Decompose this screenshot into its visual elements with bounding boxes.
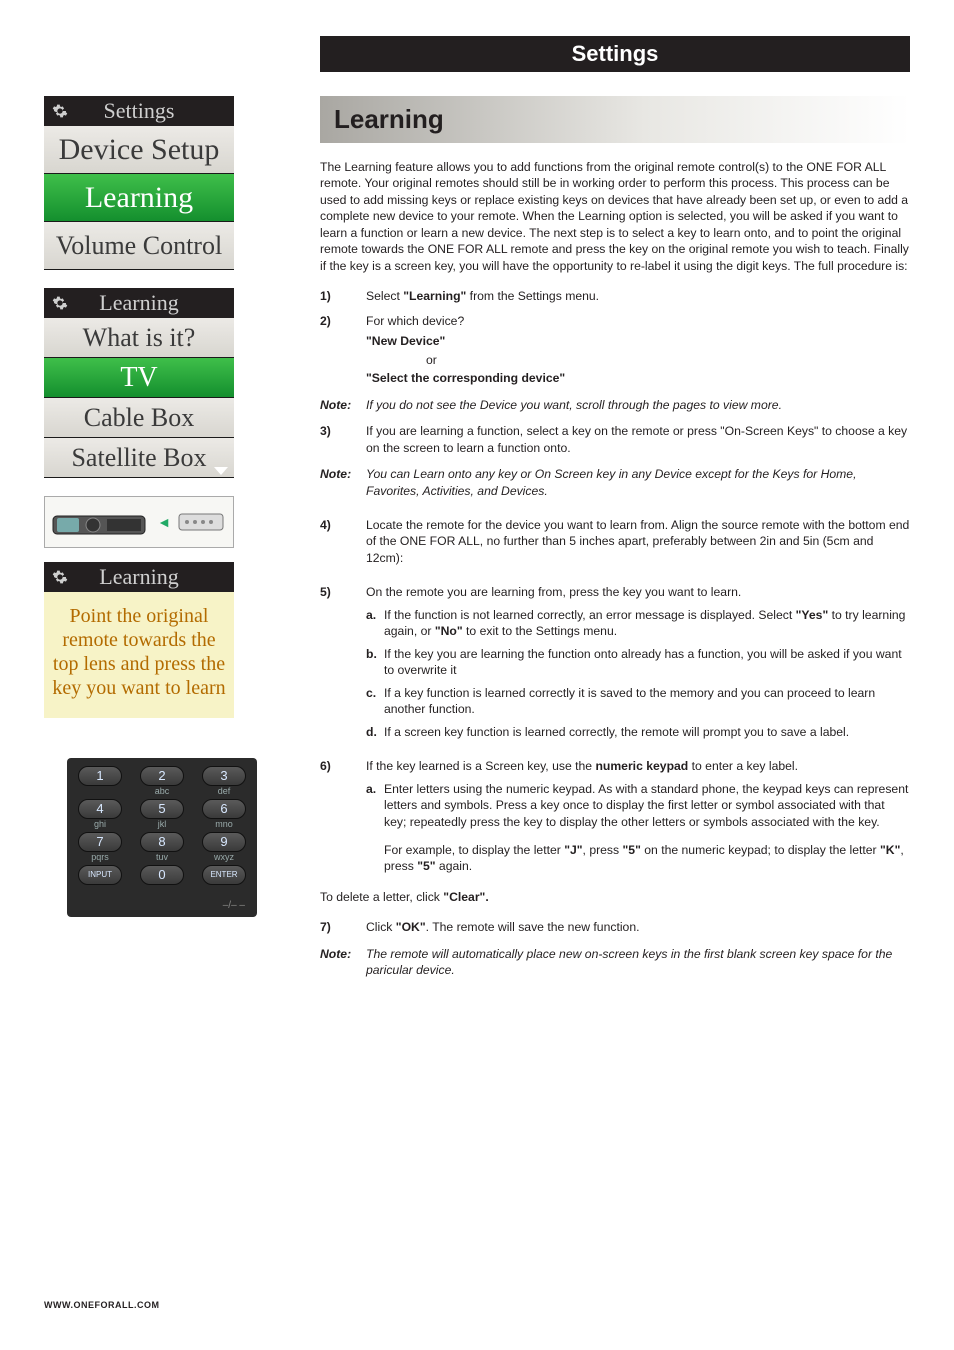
keypad-key-0[interactable]: 0 [135, 865, 189, 896]
arrow-icon: ◄ [153, 514, 175, 530]
choice-option: "Select the corresponding device" [366, 370, 910, 386]
intro-paragraph: The Learning feature allows you to add f… [320, 159, 910, 274]
learning-instruction-note: Point the original remote towards the to… [44, 592, 234, 718]
keypad-key-enter[interactable]: ENTER [197, 865, 251, 896]
step-text: If you are learning a function, select a… [366, 423, 910, 456]
note-text: If you do not see the Device you want, s… [366, 397, 782, 413]
step-number: 4) [320, 517, 366, 566]
step-5-substeps: a.If the function is not learned correct… [320, 607, 910, 740]
note-label: Note: [320, 466, 366, 499]
choice-option: "New Device" [366, 333, 910, 349]
step-text: For which device? [366, 313, 910, 329]
panel-title: Learning [99, 290, 178, 316]
keypad-key-9[interactable]: 9wxyz [197, 832, 251, 863]
keypad-key-2[interactable]: 2abc [135, 766, 189, 797]
settings-panel-header: Settings [44, 96, 234, 126]
step-number: 2) [320, 313, 366, 329]
learning-note-header: Learning [44, 562, 234, 592]
gear-icon [52, 295, 68, 311]
substep-5b: b.If the key you are learning the functi… [366, 646, 910, 679]
step-number: 7) [320, 919, 366, 935]
settings-row-device-setup[interactable]: Device Setup [44, 126, 234, 174]
substep-5d: d.If a screen key function is learned co… [366, 724, 910, 740]
step-number: 3) [320, 423, 366, 456]
learning-panel: Learning What is it? TV Cable Box Satell… [44, 288, 234, 478]
step-2-choices: "New Device" or "Select the correspondin… [320, 333, 910, 386]
oneforall-remote-icon [51, 504, 151, 540]
step-text: On the remote you are learning from, pre… [366, 584, 910, 600]
step-text: Locate the remote for the device you wan… [366, 517, 910, 566]
keypad-key-3[interactable]: 3def [197, 766, 251, 797]
keypad-key-input[interactable]: INPUT [73, 865, 127, 896]
keypad-footer: –/– – [73, 898, 251, 911]
keypad-key-4[interactable]: 4ghi [73, 799, 127, 830]
keypad-key-7[interactable]: 7pqrs [73, 832, 127, 863]
note-label: Note: [320, 946, 366, 979]
step-3: 3) If you are learning a function, selec… [320, 423, 910, 456]
step-text: Select "Learning" from the Settings menu… [366, 288, 910, 304]
gear-icon [52, 569, 68, 585]
panel-title: Learning [99, 564, 178, 590]
step-text: If the key learned is a Screen key, use … [366, 758, 910, 774]
row-label: Satellite Box [71, 443, 206, 473]
keypad-key-5[interactable]: 5jkl [135, 799, 189, 830]
settings-row-volume-control[interactable]: Volume Control [44, 222, 234, 270]
step-number: 5) [320, 584, 366, 600]
substep-6a: a.Enter letters using the numeric keypad… [366, 781, 910, 830]
choice-or: or [366, 352, 910, 368]
note-2: Note: You can Learn onto any key or On S… [320, 466, 910, 499]
panel-title: Settings [104, 98, 175, 124]
step-6: 6) If the key learned is a Screen key, u… [320, 758, 910, 774]
numeric-keypad: 1 2abc 3def 4ghi 5jkl 6mno 7pqrs 8tuv 9wxyz INPUT… [67, 758, 257, 917]
note-1: Note: If you do not see the Device you w… [320, 397, 910, 413]
substep-6-example: For example, to display the letter "J", … [366, 842, 910, 875]
delete-letter-note: To delete a letter, click "Clear". [320, 889, 910, 905]
step-4: 4) Locate the remote for the device you … [320, 517, 910, 566]
remote-alignment-diagram: ◄ [44, 496, 234, 548]
learning-panel-header: Learning [44, 288, 234, 318]
settings-panel: Settings Device Setup Learning Volume Co… [44, 96, 234, 270]
note-text: You can Learn onto any key or On Screen … [366, 466, 910, 499]
section-header: Learning [320, 96, 910, 143]
learning-row-satellitebox[interactable]: Satellite Box [44, 438, 234, 478]
substep-5a: a.If the function is not learned correct… [366, 607, 910, 640]
step-text: Click "OK". The remote will save the new… [366, 919, 910, 935]
keypad-key-1[interactable]: 1 [73, 766, 127, 797]
note-text: The remote will automatically place new … [366, 946, 910, 979]
step-7: 7) Click "OK". The remote will save the … [320, 919, 910, 935]
learning-row-tv[interactable]: TV [44, 358, 234, 398]
substep-5c: c.If a key function is learned correctly… [366, 685, 910, 718]
keypad-key-8[interactable]: 8tuv [135, 832, 189, 863]
step-5: 5) On the remote you are learning from, … [320, 584, 910, 600]
note-3: Note: The remote will automatically plac… [320, 946, 910, 979]
step-6-substeps: a.Enter letters using the numeric keypad… [320, 781, 910, 875]
step-1: 1) Select "Learning" from the Settings m… [320, 288, 910, 304]
step-number: 6) [320, 758, 366, 774]
gear-icon [52, 103, 68, 119]
learning-row-whatisit[interactable]: What is it? [44, 318, 234, 358]
step-2: 2) For which device? [320, 313, 910, 329]
footer-url: WWW.ONEFORALL.COM [44, 1300, 159, 1310]
learning-note-panel: Learning Point the original remote towar… [44, 562, 234, 718]
page-title-bar: Settings [320, 36, 910, 72]
learning-row-cablebox[interactable]: Cable Box [44, 398, 234, 438]
chevron-down-icon[interactable] [214, 467, 228, 475]
note-label: Note: [320, 397, 366, 413]
keypad-key-6[interactable]: 6mno [197, 799, 251, 830]
source-remote-icon [177, 508, 227, 536]
settings-row-learning[interactable]: Learning [44, 174, 234, 222]
step-number: 1) [320, 288, 366, 304]
